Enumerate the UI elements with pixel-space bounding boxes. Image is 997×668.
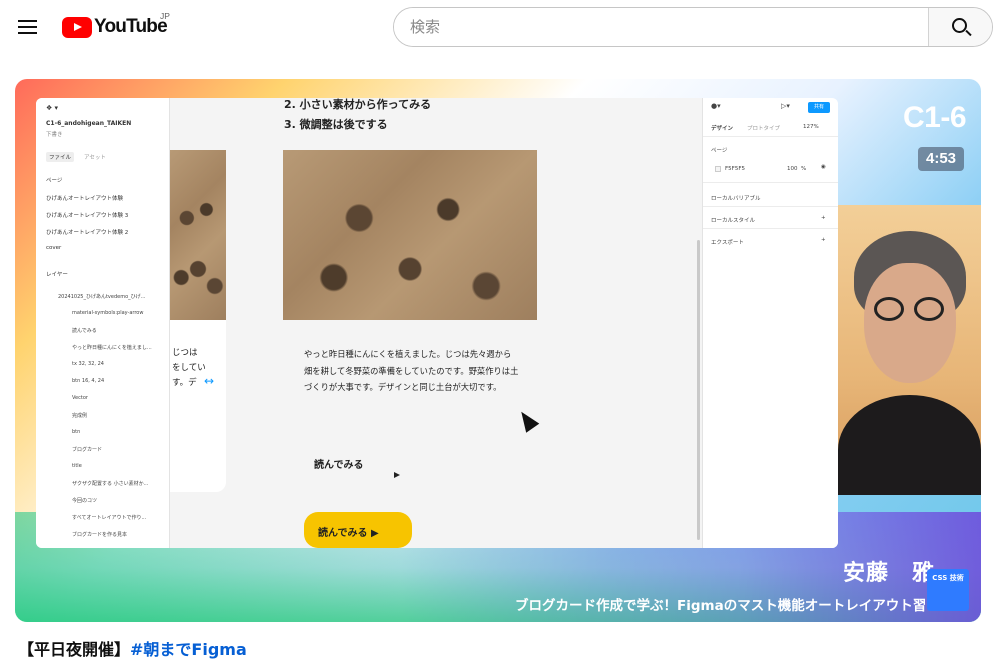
search-button[interactable] (928, 8, 992, 46)
zoom-level: 127% (803, 124, 819, 130)
readmore-button: 読んでみる ▶ (304, 512, 412, 548)
search-bar (393, 7, 993, 47)
layer-item[interactable]: すべてオートレイアウトで作り... (72, 514, 146, 521)
tab-design: デザイン (711, 126, 734, 132)
add-style-icon: + (821, 215, 826, 221)
layer-item[interactable]: ブログカードを作る見本 (72, 531, 127, 538)
mouse-cursor-icon (514, 407, 540, 433)
figma-screen: ❖ ▾ C1-6_andohigean_TAIKEN 下書き ファイル アセット… (36, 98, 838, 548)
layer-item[interactable]: title (72, 463, 82, 469)
page-item[interactable]: ひげあんオートレイアウト体験 2 (46, 228, 128, 236)
canvas-scrollbar (697, 240, 700, 540)
tab-prototype: プロトタイプ (747, 126, 781, 132)
figma-layers-panel: ❖ ▾ C1-6_andohigean_TAIKEN 下書き ファイル アセット… (36, 98, 170, 548)
layer-item[interactable]: ザクザク配置する 小さい素材か... (72, 480, 148, 487)
layer-item[interactable]: 20241025_ひげあんtvedemo_ひげ... (58, 293, 145, 300)
layer-item[interactable]: 今回のコツ (72, 497, 97, 504)
page-item[interactable]: cover (46, 245, 61, 251)
layer-item[interactable]: 完成例 (72, 412, 87, 419)
channel-badge: CSS 技術 (927, 569, 969, 611)
layer-item[interactable]: 読んでみる (72, 327, 97, 334)
top-bar: YouTube JP (0, 0, 997, 56)
eye-icon: ◉ (821, 164, 826, 170)
video-code-tag: C1-6 (903, 101, 967, 134)
layer-item[interactable]: Vector (72, 395, 88, 401)
add-export-icon: + (821, 237, 826, 243)
video-title-prefix: 【平日夜開催】 (18, 640, 131, 659)
youtube-play-icon (62, 16, 92, 38)
figma-design-panel: ●▾ ▷▾ 共有 デザイン プロトタイプ 127% ページ F5F5F5 100… (702, 98, 838, 548)
file-name: C1-6_andohigean_TAIKEN (46, 120, 132, 127)
page-item[interactable]: ひげあんオートレイアウト体験 (46, 194, 123, 202)
local-styles: ローカルスタイル (711, 218, 756, 224)
export-label: エクスポート (711, 240, 744, 246)
soil-photo (283, 150, 537, 320)
layer-item[interactable]: やっと昨日種にんにくを植えまし... (72, 344, 152, 351)
logo-text: YouTube (94, 16, 168, 37)
canvas-step2: 2. 小さい素材から作ってみる (284, 98, 432, 111)
video-player[interactable]: ❖ ▾ C1-6_andohigean_TAIKEN 下書き ファイル アセット… (15, 79, 981, 622)
page-label: ページ (711, 148, 728, 154)
figma-menu-icon: ❖ ▾ (46, 104, 59, 112)
bg-opacity: 100 (787, 166, 798, 172)
present-icon: ▷▾ (781, 102, 790, 110)
search-input[interactable] (394, 8, 928, 46)
layer-item[interactable]: material-symbols:play-arrow (72, 310, 143, 316)
article-text: やっと昨日種にんにくを植えました。じつは先々週から畑を耕して冬野菜の準備をしてい… (304, 349, 519, 392)
canvas-step3: 3. 微調整は後でする (284, 118, 388, 131)
layer-item[interactable]: btn 16, 4, 24 (72, 378, 104, 384)
layer-item[interactable]: ブログカード (72, 446, 102, 453)
readmore-text: 読んでみる (314, 460, 364, 471)
tab-assets[interactable]: アセット (84, 153, 106, 161)
layer-item[interactable]: btn (72, 429, 80, 435)
youtube-logo[interactable]: YouTube (62, 16, 168, 38)
video-duration: 4:53 (918, 147, 964, 171)
video-title[interactable]: 【平日夜開催】#朝までFigma (18, 636, 247, 660)
presenter-webcam (838, 205, 981, 495)
menu-icon[interactable] (14, 14, 42, 42)
region-code: JP (160, 11, 170, 21)
page-item[interactable]: ひげあんオートレイアウト体験 3 (46, 211, 128, 219)
pages-label: ページ (46, 178, 63, 184)
avatar: ●▾ (711, 102, 721, 110)
card-left-text: じつは をしてい す。デ (172, 348, 206, 388)
soil-photo-left (170, 150, 226, 320)
tab-file[interactable]: ファイル (46, 152, 75, 162)
resize-arrows-icon: ↔ (204, 374, 215, 388)
video-subtitle: ブログカード作成で学ぶ！Figmaのマスト機能オートレイアウト習 (515, 598, 927, 614)
local-variables: ローカルバリアブル (711, 196, 761, 202)
layers-label: レイヤー (46, 272, 68, 278)
video-title-hashtag[interactable]: #朝までFigma (130, 640, 247, 659)
file-sub: 下書き (46, 132, 63, 138)
share-button: 共有 (808, 102, 830, 113)
layer-item[interactable]: tx 32, 32, 24 (72, 361, 104, 367)
bg-opacity-unit: % (801, 166, 807, 172)
color-swatch (715, 166, 721, 172)
bg-color-value: F5F5F5 (725, 166, 745, 172)
play-arrow-icon (394, 472, 400, 478)
